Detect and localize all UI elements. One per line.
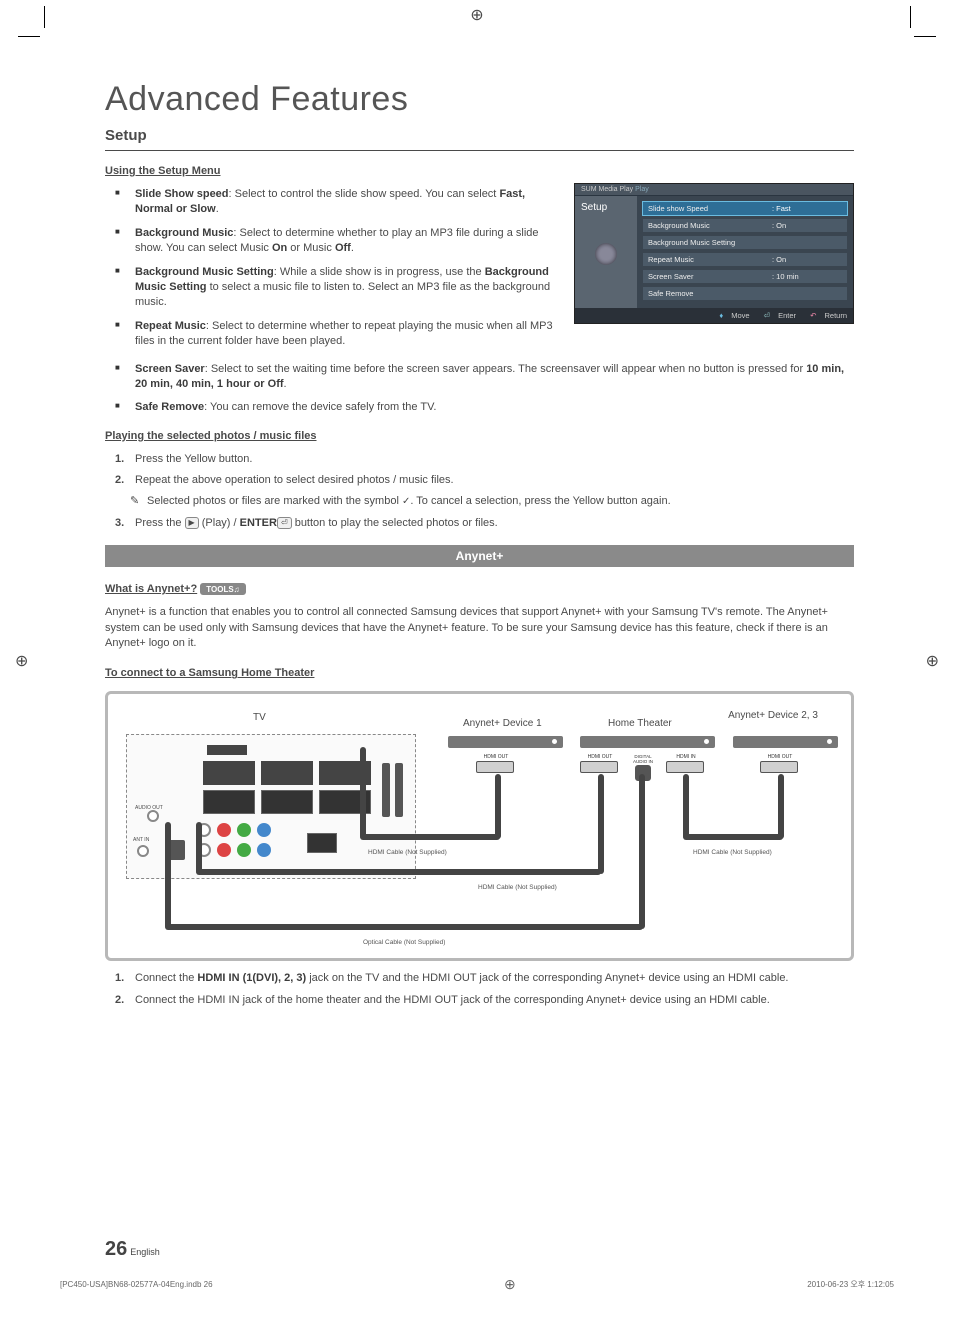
home-theater bbox=[580, 736, 715, 748]
document-footer: [PC450-USA]BN68-02577A-04Eng.indb 26 ⊕ 2… bbox=[60, 1276, 894, 1293]
item-title: Background Music Setting bbox=[135, 266, 274, 278]
diagram-label-dev23: Anynet+ Device 2, 3 bbox=[728, 710, 818, 721]
tools-badge: TOOLS ♫ bbox=[200, 583, 245, 595]
connection-steps: 1. Connect the HDMI IN (1(DVI), 2, 3) ja… bbox=[105, 971, 854, 1008]
osd-sidebar-label: Setup bbox=[581, 202, 631, 213]
osd-sidebar: Setup bbox=[575, 196, 637, 308]
list-item: Background Music: Select to determine wh… bbox=[105, 226, 556, 257]
anynet-description: Anynet+ is a function that enables you t… bbox=[105, 605, 854, 651]
list-item: Safe Remove: You can remove the device s… bbox=[105, 400, 854, 415]
step: 2. Connect the HDMI IN jack of the home … bbox=[105, 993, 854, 1008]
cable-label: Optical Cable (Not Supplied) bbox=[363, 939, 445, 946]
osd-settings-list: Slide show Speed: Fast Background Music:… bbox=[637, 196, 853, 308]
note-icon: ✎ bbox=[130, 494, 139, 509]
cable-label: HDMI Cable (Not Supplied) bbox=[478, 884, 557, 891]
osd-row: Screen Saver: 10 min bbox=[642, 269, 848, 284]
osd-row: Background Music: On bbox=[642, 218, 848, 233]
step: 2.Repeat the above operation to select d… bbox=[105, 473, 854, 488]
enter-icon: ⏎ bbox=[277, 517, 292, 529]
list-item: Slide Show speed: Select to control the … bbox=[105, 187, 556, 218]
cable-optical bbox=[639, 774, 645, 929]
diagram-label-dev1: Anynet+ Device 1 bbox=[463, 718, 542, 729]
playing-steps: 1.Press the Yellow button. 2.Repeat the … bbox=[105, 452, 854, 489]
subheading-what-is-anynet: What is Anynet+? bbox=[105, 583, 197, 595]
list-item: Screen Saver: Select to set the waiting … bbox=[105, 362, 854, 393]
item-title: Repeat Music bbox=[135, 320, 206, 332]
port-hdmi-out: HDMI OUT bbox=[476, 754, 516, 773]
playing-steps-cont: 3. Press the ▶ (Play) / ENTER⏎ button to… bbox=[105, 516, 854, 531]
divider bbox=[105, 150, 854, 151]
step: 1. Connect the HDMI IN (1(DVI), 2, 3) ja… bbox=[105, 971, 854, 986]
note: ✎ Selected photos or files are marked wi… bbox=[105, 494, 854, 509]
osd-row-selected: Slide show Speed: Fast bbox=[642, 201, 848, 216]
return-icon: ↶ bbox=[810, 311, 816, 320]
osd-row: Background Music Setting bbox=[642, 235, 848, 250]
cable-hdmi bbox=[495, 774, 501, 839]
cable-hdmi bbox=[683, 774, 689, 839]
diagram-label-ht: Home Theater bbox=[608, 718, 672, 729]
subheading-playing: Playing the selected photos / music file… bbox=[105, 430, 317, 442]
setup-menu-list-cont: Screen Saver: Select to set the waiting … bbox=[105, 362, 854, 416]
list-item: Repeat Music: Select to determine whethe… bbox=[105, 319, 556, 350]
page-title: Advanced Features bbox=[105, 80, 854, 119]
loading-icon bbox=[595, 243, 617, 265]
doc-filename: [PC450-USA]BN68-02577A-04Eng.indb 26 bbox=[60, 1280, 213, 1289]
setup-menu-list: Slide Show speed: Select to control the … bbox=[105, 187, 556, 350]
enter-icon: ⏎ bbox=[764, 311, 770, 320]
section-title: Setup bbox=[105, 127, 854, 144]
move-icon: ♦ bbox=[719, 311, 723, 320]
cable-hdmi bbox=[778, 774, 784, 839]
registration-mark-bottom: ⊕ bbox=[504, 1276, 516, 1293]
subheading-connect: To connect to a Samsung Home Theater bbox=[105, 667, 314, 679]
osd-header: SUM Media Play Play bbox=[575, 184, 853, 196]
anynet-banner: Anynet+ bbox=[105, 545, 854, 567]
doc-timestamp: 2010-06-23 오후 1:12:05 bbox=[807, 1279, 894, 1290]
osd-footer: ♦ Move ⏎ Enter ↶ Return bbox=[575, 308, 853, 323]
connection-diagram: TV Anynet+ Device 1 Home Theater Anynet+… bbox=[105, 691, 854, 961]
port-hdmi-out: HDMI OUT bbox=[760, 754, 800, 773]
subheading-using-setup: Using the Setup Menu bbox=[105, 165, 221, 177]
cable-hdmi bbox=[598, 774, 604, 874]
device-23 bbox=[733, 736, 838, 748]
diagram-label-tv: TV bbox=[253, 712, 266, 723]
page-number: 26English bbox=[105, 1238, 160, 1261]
osd-row: Repeat Music: On bbox=[642, 252, 848, 267]
item-body: : Select to control the slide show speed… bbox=[229, 188, 500, 200]
osd-row: Safe Remove bbox=[642, 286, 848, 301]
item-title: Background Music bbox=[135, 227, 233, 239]
setup-osd-screenshot: SUM Media Play Play Setup Slide show Spe… bbox=[574, 183, 854, 324]
item-title: Slide Show speed bbox=[135, 188, 229, 200]
play-icon: ▶ bbox=[185, 517, 199, 529]
step: 3. Press the ▶ (Play) / ENTER⏎ button to… bbox=[105, 516, 854, 531]
cable-label: HDMI Cable (Not Supplied) bbox=[693, 849, 772, 856]
cable-label: HDMI Cable (Not Supplied) bbox=[368, 849, 447, 856]
list-item: Background Music Setting: While a slide … bbox=[105, 265, 556, 311]
step: 1.Press the Yellow button. bbox=[105, 452, 854, 467]
device-1 bbox=[448, 736, 563, 748]
